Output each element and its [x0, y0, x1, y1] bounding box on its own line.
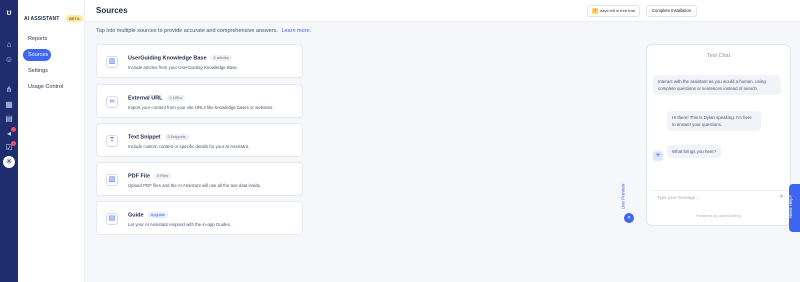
trial-text: days left in free trial	[600, 8, 635, 13]
source-card-knowledge-base[interactable]: ▥ UserGuiding Knowledge Base 2 articles I…	[96, 44, 303, 78]
live-preview-toggle[interactable]: Live Preview «	[620, 180, 634, 223]
home-icon[interactable]: ⌂	[4, 40, 14, 50]
section-title: AI ASSISTANT	[24, 16, 60, 22]
notification-dot	[11, 127, 16, 132]
upgrade-badge[interactable]: Upgrade	[147, 212, 169, 218]
pdf-icon: ▧	[106, 174, 118, 186]
grid-icon[interactable]: ▦	[4, 100, 14, 110]
notification-dot	[11, 141, 16, 146]
source-card-pdf-file[interactable]: ▧ PDF File 0 Files Upload PDF files and t…	[96, 162, 303, 196]
source-name: UserGuiding Knowledge Base 2 articles	[128, 55, 232, 61]
book-icon[interactable]: ▤	[4, 114, 14, 124]
source-description: Include articles from your UserGuiding K…	[128, 65, 239, 70]
source-name-text: UserGuiding Knowledge Base	[128, 55, 207, 62]
megaphone-icon[interactable]: ◂	[4, 127, 16, 139]
assistant-avatar-icon: ✳	[653, 151, 663, 161]
book-icon: ▥	[106, 56, 118, 68]
route-icon[interactable]: ⋔	[4, 85, 14, 95]
source-description: Upload PDF files and the AI Assistant wi…	[128, 183, 262, 188]
left-rail: ʊ ⌂ ☺ ⋔ ▦ ▤ ◂ ☑ ✳	[0, 0, 18, 282]
source-name-text: Text Snippet	[128, 134, 161, 141]
chat-title: Test Chat	[706, 53, 731, 59]
send-icon[interactable]: ➤	[779, 193, 784, 200]
source-name-text: Guide	[128, 212, 144, 219]
count-badge: 0 Files	[154, 173, 172, 179]
beta-badge: BETA	[66, 15, 83, 22]
source-name: Guide Upgrade	[128, 212, 169, 219]
hourglass-icon: 7	[592, 7, 598, 14]
intro-description: Tap into multiple sources to provide acc…	[96, 28, 278, 34]
live-preview-label: Live Preview	[620, 183, 626, 210]
count-badge: 2 articles	[210, 55, 232, 61]
chat-intro-bubble: Interact with the assistant as you would…	[653, 75, 781, 95]
trial-badge[interactable]: 7 days left in free trial	[587, 5, 640, 17]
complete-installation-button[interactable]: Complete Installation	[646, 5, 698, 17]
assistant-message: What brings you here?	[667, 145, 722, 158]
test-chat-panel: Test Chat Interact with the assistant as…	[646, 44, 791, 226]
powered-by: Powered by UserGuiding	[696, 213, 741, 218]
source-description: Import your content from your site URLs …	[128, 105, 274, 110]
learn-more-link[interactable]: Learn more.	[281, 28, 311, 34]
guide-icon: ▤	[106, 213, 118, 225]
count-badge: 0 Snippets	[164, 134, 189, 140]
need-help-tab[interactable]: Need Help?	[788, 184, 800, 232]
text-icon: T	[106, 135, 118, 147]
source-name: Text Snippet 0 Snippets	[128, 134, 189, 140]
source-name-text: PDF File	[128, 173, 151, 180]
assistant-message: Hi there! This is Dylan speaking. I'm he…	[667, 111, 761, 131]
nav-item-settings[interactable]: Settings	[23, 65, 80, 77]
users-icon[interactable]: ☺	[4, 55, 14, 65]
ai-assistant-nav: AI ASSISTANT BETA Reports Sources Settin…	[18, 0, 85, 282]
nav-item-usage-control[interactable]: Usage Control	[23, 81, 80, 93]
logo-icon[interactable]: ʊ	[4, 8, 14, 18]
nav-item-reports[interactable]: Reports	[23, 33, 80, 45]
link-icon: ∞	[106, 96, 118, 108]
page-title: Sources	[96, 6, 128, 15]
ai-assistant-icon[interactable]: ✳	[3, 156, 15, 168]
source-card-guide[interactable]: ▤ Guide Upgrade Let your AI Assistant res…	[96, 201, 303, 235]
source-name: External URL 0 URLs	[128, 95, 186, 102]
source-card-text-snippet[interactable]: T Text Snippet 0 Snippets Include custom …	[96, 123, 303, 157]
collapse-icon[interactable]: «	[624, 213, 634, 223]
source-card-external-url[interactable]: ∞ External URL 0 URLs Import your content…	[96, 84, 303, 118]
nav-item-sources[interactable]: Sources	[23, 49, 51, 61]
source-description: Include custom content or specific detai…	[128, 144, 250, 149]
intro-text: Tap into multiple sources to provide acc…	[96, 28, 311, 34]
source-name: PDF File 0 Files	[128, 173, 172, 180]
count-badge: 0 URLs	[166, 95, 186, 101]
chat-input[interactable]: Type your message...	[651, 190, 788, 204]
source-description: Let your AI Assistant respond with the i…	[128, 222, 231, 227]
need-help-label: Need Help?	[788, 194, 794, 219]
source-name-text: External URL	[128, 95, 163, 102]
checklist-icon[interactable]: ☑	[4, 141, 16, 153]
